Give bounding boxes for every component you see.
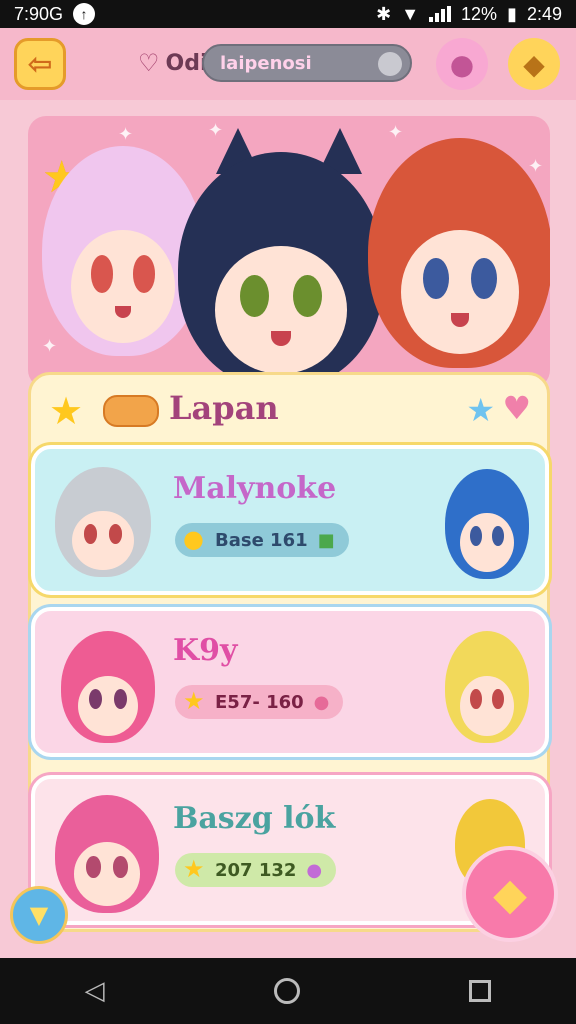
sparkle-icon: ✦ bbox=[388, 122, 404, 143]
notification-icon: ↑ bbox=[73, 3, 96, 25]
status-bar: 7:90G ↑ ✱ ▼ 12% ▮ 2:49 bbox=[0, 0, 576, 28]
heart-icon: ♥ bbox=[502, 389, 531, 427]
menu-bubble-button[interactable]: ▼ bbox=[10, 886, 68, 944]
heart-icon: ♡ bbox=[138, 49, 160, 77]
signal-icon bbox=[429, 6, 452, 22]
search-value: laipenosi bbox=[220, 52, 312, 74]
status-time: 7:90G bbox=[14, 3, 64, 24]
nav-back-icon[interactable]: ◁ bbox=[85, 976, 105, 1006]
character-avatar bbox=[55, 467, 151, 577]
search-input[interactable]: laipenosi bbox=[202, 44, 412, 82]
action-fab[interactable]: ◆ bbox=[462, 846, 558, 942]
back-button[interactable]: ⇦ bbox=[14, 38, 66, 90]
character-avatar bbox=[61, 631, 155, 743]
star-icon: ★ bbox=[49, 389, 84, 433]
battery-icon: ▮ bbox=[507, 3, 517, 24]
character-card[interactable]: Malynoke ● Base 161 ■ bbox=[31, 445, 549, 595]
star-icon: ★ bbox=[466, 391, 495, 429]
character-list-panel: ★ Lapan ★ ♥ Malynoke ● Base 161 ■ K9y ★ … bbox=[28, 372, 550, 932]
character-name: Baszg lók bbox=[173, 801, 336, 836]
nav-home-icon[interactable] bbox=[273, 978, 300, 1004]
character-name: Malynoke bbox=[173, 471, 337, 506]
character-banner: ✦ ✦ ✦ ✦ ✦ ✦ ★ bbox=[28, 116, 550, 388]
panel-title: Lapan bbox=[169, 389, 279, 427]
panel-header: ★ Lapan ★ ♥ bbox=[31, 375, 547, 445]
status-clock: 2:49 bbox=[526, 3, 562, 24]
system-nav-bar: ◁ bbox=[0, 958, 576, 1024]
character-avatar bbox=[445, 469, 529, 579]
plum-icon: ● bbox=[306, 859, 323, 881]
character-avatar bbox=[445, 631, 529, 743]
bluetooth-icon: ✱ bbox=[376, 3, 392, 24]
character-name: K9y bbox=[173, 633, 238, 668]
character-avatar bbox=[55, 795, 159, 913]
triangle-icon: ▼ bbox=[29, 901, 49, 929]
character-card[interactable]: K9y ★ E57- 160 ● bbox=[31, 607, 549, 757]
character-navy bbox=[178, 152, 384, 388]
cookie-icon bbox=[103, 395, 159, 427]
pink-creature-button[interactable]: ● bbox=[436, 38, 488, 90]
battery-level: 12% bbox=[461, 3, 498, 24]
sparkle-icon: ✦ bbox=[118, 124, 134, 145]
wifi-icon: ▼ bbox=[401, 3, 420, 24]
bear-icon: ● bbox=[183, 525, 204, 553]
character-red bbox=[368, 138, 550, 368]
star-icon: ★ bbox=[183, 687, 205, 715]
yellow-duck-button[interactable]: ◆ bbox=[508, 38, 560, 90]
pink-creature-icon: ● bbox=[449, 47, 475, 81]
sparkle-icon: ✦ bbox=[528, 156, 544, 177]
character-stat: ★ E57- 160 ● bbox=[175, 685, 344, 719]
character-stat: ★ 207 132 ● bbox=[175, 853, 337, 887]
sparkle-icon: ✦ bbox=[42, 336, 58, 357]
character-stat: ● Base 161 ■ bbox=[175, 523, 349, 557]
diamond-gem-icon: ◆ bbox=[493, 868, 527, 920]
yellow-duck-icon: ◆ bbox=[523, 47, 545, 81]
top-bar: ⇦ ♡ Odie laipenosi ● ◆ bbox=[0, 28, 576, 100]
left-arrow-icon: ⇦ bbox=[27, 46, 53, 82]
nav-recents-icon[interactable] bbox=[469, 980, 492, 1002]
toggle-knob[interactable] bbox=[378, 52, 402, 76]
gift-icon: ■ bbox=[317, 529, 335, 551]
star-icon: ★ bbox=[183, 855, 205, 883]
peach-icon: ● bbox=[313, 691, 330, 713]
